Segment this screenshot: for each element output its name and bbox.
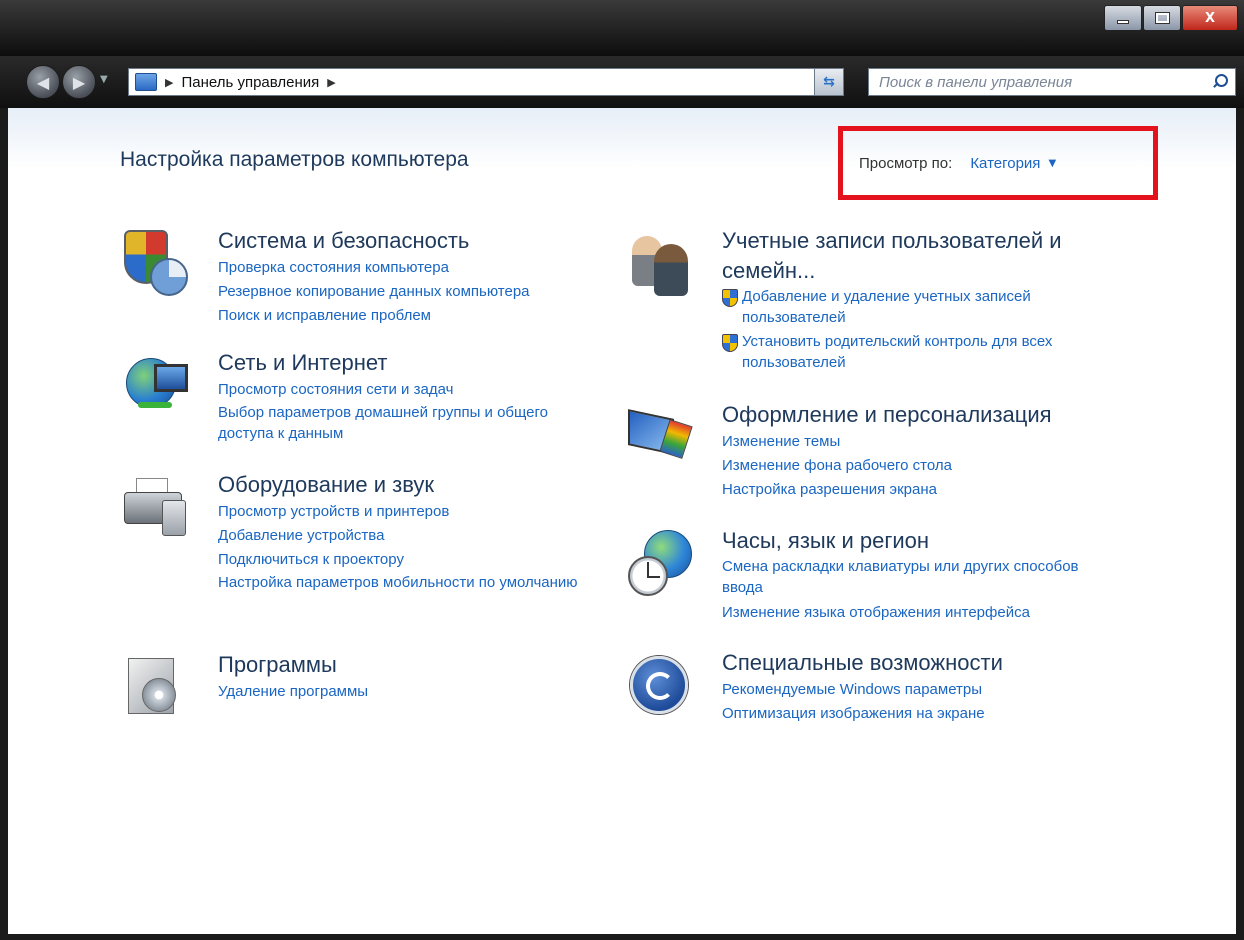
close-icon: X (1204, 10, 1216, 26)
view-by-control: Просмотр по: Категория ▼ (838, 126, 1158, 200)
page-title: Настройка параметров компьютера (120, 148, 469, 171)
category-title[interactable]: Учетные записи пользователей и семейн... (722, 226, 1106, 286)
view-by-dropdown[interactable]: Категория (970, 155, 1040, 172)
accessibility-icon[interactable] (628, 652, 690, 714)
category-link[interactable]: Просмотр состояния сети и задач (218, 378, 588, 402)
title-bar: X (0, 0, 1244, 56)
breadcrumb-arrow-icon[interactable]: ▶ (327, 76, 335, 89)
network-globe-icon[interactable] (124, 352, 188, 414)
category-link[interactable]: Подключиться к проектору (218, 548, 588, 572)
back-button[interactable]: ◀ (26, 65, 60, 99)
refresh-icon: ⇆ (823, 74, 835, 90)
breadcrumb-control-panel[interactable]: Панель управления (181, 74, 319, 91)
search-input[interactable]: Поиск в панели управления (879, 74, 1072, 91)
category-link[interactable]: Поиск и исправление проблем (218, 304, 618, 328)
category-link[interactable]: Проверка состояния компьютера (218, 256, 618, 280)
minimize-button[interactable] (1104, 5, 1142, 31)
category-link[interactable]: Добавление устройства (218, 524, 588, 548)
control-panel-window: X ◀ ▶ ▼ ▶ Панель управления ▶ ▼ ⇆ Поиск … (0, 0, 1244, 940)
chevron-down-icon: ▼ (100, 74, 108, 85)
globe-clock-icon[interactable] (628, 530, 692, 596)
category-title[interactable]: Система и безопасность (218, 226, 618, 256)
search-icon[interactable] (1211, 74, 1228, 90)
uac-shield-icon (722, 334, 738, 352)
refresh-button[interactable]: ⇆ (814, 68, 844, 96)
category-link[interactable]: Изменение темы (722, 430, 1106, 454)
personalization-icon[interactable] (628, 404, 693, 466)
close-button[interactable]: X (1182, 5, 1238, 31)
navigation-bar: ◀ ▶ ▼ ▶ Панель управления ▶ ▼ ⇆ Поиск в … (0, 56, 1244, 108)
category-link[interactable]: Оптимизация изображения на экране (722, 702, 1106, 726)
content-area: Настройка параметров компьютера Просмотр… (8, 108, 1236, 934)
category-title[interactable]: Сеть и Интернет (218, 348, 588, 378)
maximize-button[interactable] (1143, 5, 1181, 31)
category-link[interactable]: Просмотр устройств и принтеров (218, 500, 588, 524)
breadcrumb-arrow-icon[interactable]: ▶ (165, 76, 173, 89)
category-title[interactable]: Программы (218, 650, 618, 680)
category-link-text[interactable]: Установить родительский контроль для все… (742, 331, 1106, 373)
search-box[interactable]: Поиск в панели управления (868, 68, 1236, 96)
category-title[interactable]: Часы, язык и регион (722, 526, 1106, 556)
category-link-text[interactable]: Добавление и удаление учетных записей по… (742, 286, 1106, 328)
category-link[interactable]: Рекомендуемые Windows параметры (722, 678, 1106, 702)
category-link[interactable]: Выбор параметров домашней группы и общег… (218, 402, 588, 447)
forward-button[interactable]: ▶ (62, 65, 96, 99)
programs-box-icon[interactable] (124, 654, 186, 716)
address-bar[interactable]: ▶ Панель управления ▶ ▼ (128, 68, 840, 96)
shield-chart-icon[interactable] (124, 230, 188, 296)
category-link[interactable]: Установить родительский контроль для все… (722, 331, 1106, 376)
category-title[interactable]: Оформление и персонализация (722, 400, 1106, 430)
recent-pages-dropdown[interactable]: ▼ (100, 74, 108, 85)
uac-shield-icon (722, 289, 738, 307)
category-title[interactable]: Специальные возможности (722, 648, 1106, 678)
maximize-icon (1154, 12, 1170, 24)
category-link[interactable]: Смена раскладки клавиатуры или других сп… (722, 556, 1106, 601)
control-panel-icon (135, 73, 157, 91)
category-link[interactable]: Резервное копирование данных компьютера (218, 280, 618, 304)
category-link[interactable]: Изменение фона рабочего стола (722, 454, 1106, 478)
category-title[interactable]: Оборудование и звук (218, 470, 588, 500)
chevron-down-icon[interactable]: ▼ (1048, 158, 1056, 169)
printer-speaker-icon[interactable] (124, 474, 186, 536)
arrow-right-icon: ▶ (72, 72, 86, 92)
category-link[interactable]: Удаление программы (218, 680, 618, 704)
arrow-left-icon: ◀ (36, 72, 50, 92)
category-link[interactable]: Настройка параметров мобильности по умол… (218, 572, 588, 596)
category-link[interactable]: Настройка разрешения экрана (722, 478, 1106, 502)
window-controls: X (1103, 5, 1238, 41)
minimize-icon (1117, 20, 1129, 24)
view-by-label: Просмотр по: (859, 154, 953, 172)
users-icon[interactable] (628, 230, 690, 296)
category-link[interactable]: Изменение языка отображения интерфейса (722, 601, 1106, 625)
category-link[interactable]: Добавление и удаление учетных записей по… (722, 286, 1106, 331)
